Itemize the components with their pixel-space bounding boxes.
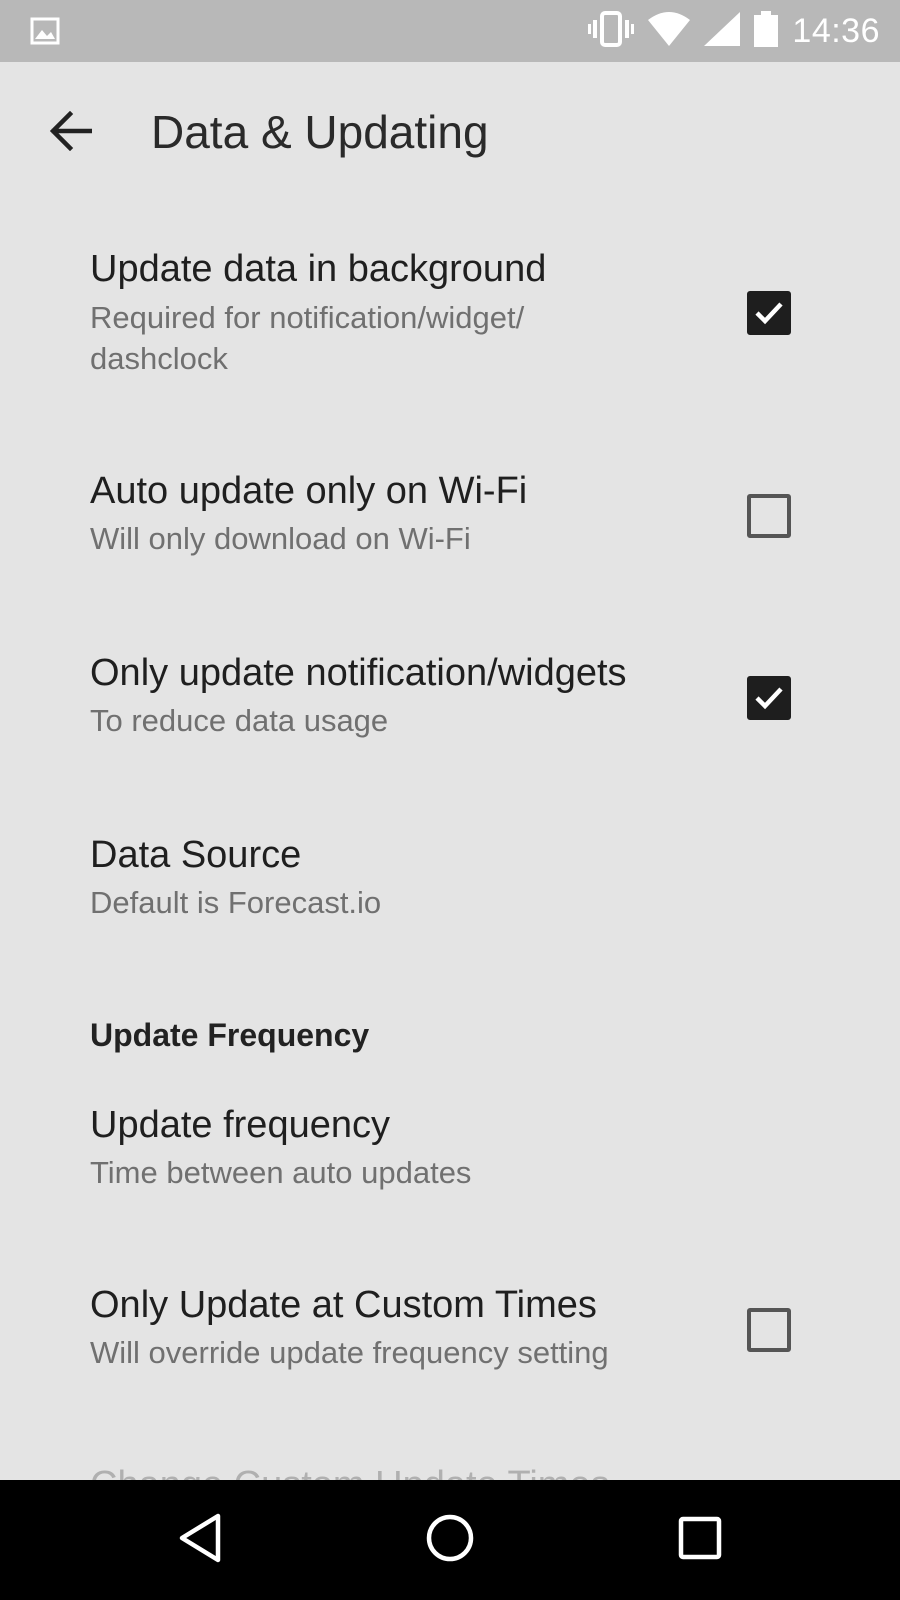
check-icon <box>755 302 783 325</box>
wifi-icon <box>648 11 691 51</box>
pref-summary: To reduce data usage <box>90 703 389 738</box>
navigation-bar <box>0 1480 900 1600</box>
back-button[interactable] <box>38 100 104 166</box>
toolbar: Data & Updating <box>0 62 900 202</box>
recents-square-icon <box>678 1516 722 1565</box>
checkbox-update-in-background[interactable] <box>747 291 791 335</box>
pref-update-frequency[interactable]: Update frequency Time between auto updat… <box>0 1080 900 1220</box>
home-circle-icon <box>425 1513 475 1568</box>
section-header-update-frequency: Update Frequency <box>90 1017 370 1053</box>
pref-summary: Will only download on Wi-Fi <box>90 521 471 556</box>
vibrate-icon <box>588 10 635 52</box>
nav-home-button[interactable] <box>405 1500 495 1580</box>
pref-title: Only update notification/widgets <box>90 652 627 694</box>
nav-back-button[interactable] <box>155 1500 245 1580</box>
pref-title: Data Source <box>90 834 302 876</box>
checkbox-custom-times[interactable] <box>747 1308 791 1352</box>
checkbox-only-update-widgets[interactable] <box>747 676 791 720</box>
nav-recents-button[interactable] <box>655 1500 745 1580</box>
checkbox-auto-update-wifi[interactable] <box>747 494 791 538</box>
pref-summary: Default is Forecast.io <box>90 885 382 920</box>
check-icon <box>755 687 783 710</box>
pref-summary: Time between auto updates <box>90 1155 472 1190</box>
back-triangle-icon <box>176 1512 224 1569</box>
image-icon <box>30 17 60 50</box>
back-arrow-icon <box>49 110 93 156</box>
battery-icon <box>754 10 779 52</box>
page-title: Data & Updating <box>151 106 489 158</box>
pref-only-update-widgets[interactable]: Only update notification/widgets To redu… <box>0 630 900 770</box>
pref-custom-times[interactable]: Only Update at Custom Times Will overrid… <box>0 1260 900 1400</box>
pref-title: Update frequency <box>90 1104 390 1146</box>
pref-update-in-background[interactable]: Update data in background Required for n… <box>0 230 900 410</box>
status-time: 14:36 <box>792 11 880 50</box>
pref-auto-update-wifi[interactable]: Auto update only on Wi-Fi Will only down… <box>0 450 900 590</box>
pref-data-source[interactable]: Data Source Default is Forecast.io <box>0 810 900 950</box>
pref-title: Update data in background <box>90 248 547 290</box>
signal-icon <box>704 11 741 51</box>
status-bar: 14:36 <box>0 0 900 62</box>
pref-title: Auto update only on Wi-Fi <box>90 470 528 512</box>
pref-summary: Required for notification/widget/ dashcl… <box>90 300 525 376</box>
pref-summary: Will override update frequency setting <box>90 1335 609 1370</box>
pref-title: Only Update at Custom Times <box>90 1284 597 1326</box>
